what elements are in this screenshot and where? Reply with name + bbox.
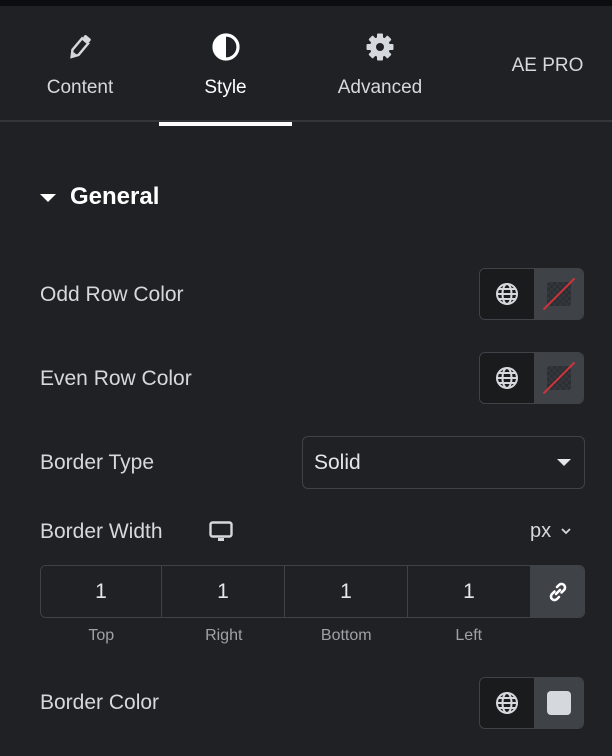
section-title: General [70,183,160,210]
bottom-label: Bottom [320,627,372,644]
global-colors-button[interactable] [480,269,535,319]
border-width-inputs: 1 1 1 1 [40,565,585,618]
global-colors-button[interactable] [480,353,535,403]
border-width-bottom-input[interactable]: 1 [285,566,408,617]
color-swatch-button[interactable] [535,269,583,319]
border-width-label: Border Width [40,520,163,543]
right-label: Right [205,627,243,644]
color-swatch-button[interactable] [535,353,583,403]
unit-selector[interactable]: px [530,520,571,543]
tabs-divider [0,120,612,122]
border-type-label: Border Type [40,451,155,474]
border-width-right-input[interactable]: 1 [162,566,285,617]
left-label: Left [455,627,483,644]
link-icon [549,582,566,601]
link-values-button[interactable] [531,566,584,617]
border-type-select[interactable]: Solid [302,436,585,489]
tab-label: Style [204,77,247,98]
tab-advanced[interactable]: Advanced [320,6,440,120]
pencil-icon [63,30,97,64]
odd-row-color-label: Odd Row Color [40,283,184,306]
contrast-icon [209,30,243,64]
top-label: Top [88,627,115,644]
unit-value: px [530,520,552,542]
even-row-color-picker [479,352,584,404]
desktop-icon[interactable] [209,521,233,543]
chevron-down-icon [561,528,571,535]
section-toggle-general[interactable]: General [40,183,159,211]
panel-tabs: Content Style Advanced AE PRO [0,6,612,126]
dropdown-arrow-icon [557,459,571,466]
globe-icon [496,283,518,305]
tab-style[interactable]: Style [159,6,292,120]
border-color-label: Border Color [40,691,160,714]
border-width-top-input[interactable]: 1 [41,566,162,617]
border-width-left-input[interactable]: 1 [408,566,531,617]
globe-icon [496,692,518,714]
global-colors-button[interactable] [480,678,535,728]
caret-down-icon [40,194,56,202]
even-row-color-label: Even Row Color [40,367,192,390]
tab-label: AE PRO [511,55,584,76]
tab-label: Advanced [337,77,423,98]
tab-ae-pro[interactable]: AE PRO [500,6,595,120]
tab-label: Content [46,77,114,98]
border-color-picker [479,677,584,729]
border-color-swatch [547,691,571,715]
gear-icon [363,30,397,64]
globe-icon [496,367,518,389]
tab-content[interactable]: Content [30,6,130,120]
color-swatch-button[interactable] [535,678,583,728]
odd-row-color-picker [479,268,584,320]
border-width-side-labels: Top Right Bottom Left [40,627,530,645]
border-type-value: Solid [314,450,361,474]
